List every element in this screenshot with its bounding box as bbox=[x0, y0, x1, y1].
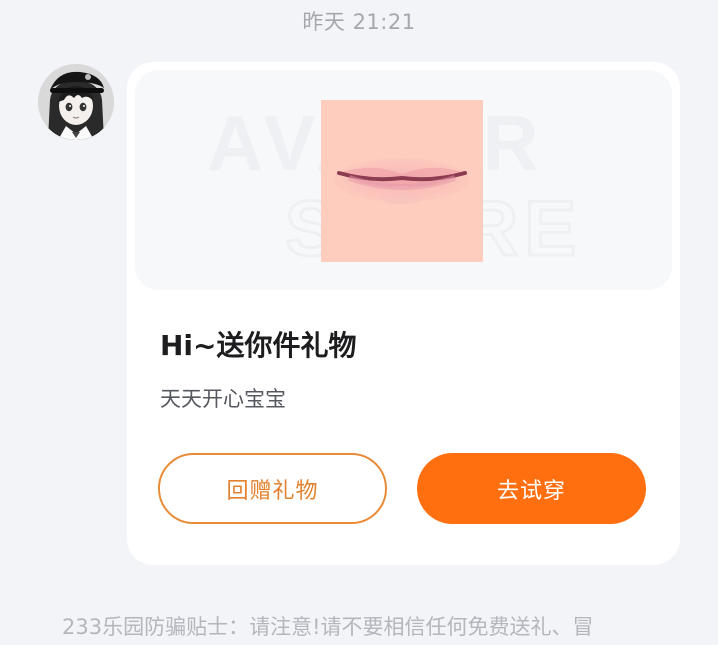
try-on-button[interactable]: 去试穿 bbox=[417, 453, 646, 524]
gift-image[interactable] bbox=[321, 100, 483, 262]
gift-message: 天天开心宝宝 bbox=[160, 387, 286, 411]
gift-card[interactable]: AVATAR STORE Hi~送你件礼物 天天开心宝宝 回赠礼物 bbox=[127, 62, 680, 565]
gift-preview: AVATAR STORE bbox=[135, 70, 672, 290]
chat-timestamp: 昨天 21:21 bbox=[302, 10, 416, 34]
sender-avatar[interactable] bbox=[38, 64, 114, 140]
gift-title: Hi~送你件礼物 bbox=[160, 329, 357, 362]
anime-girl-avatar-icon bbox=[38, 64, 114, 140]
lips-makeup-preview-icon bbox=[321, 100, 483, 262]
anti-fraud-tip: 233乐园防骗贴士：请注意!请不要相信任何免费送礼、冒 bbox=[62, 615, 594, 639]
return-gift-button[interactable]: 回赠礼物 bbox=[158, 453, 387, 524]
